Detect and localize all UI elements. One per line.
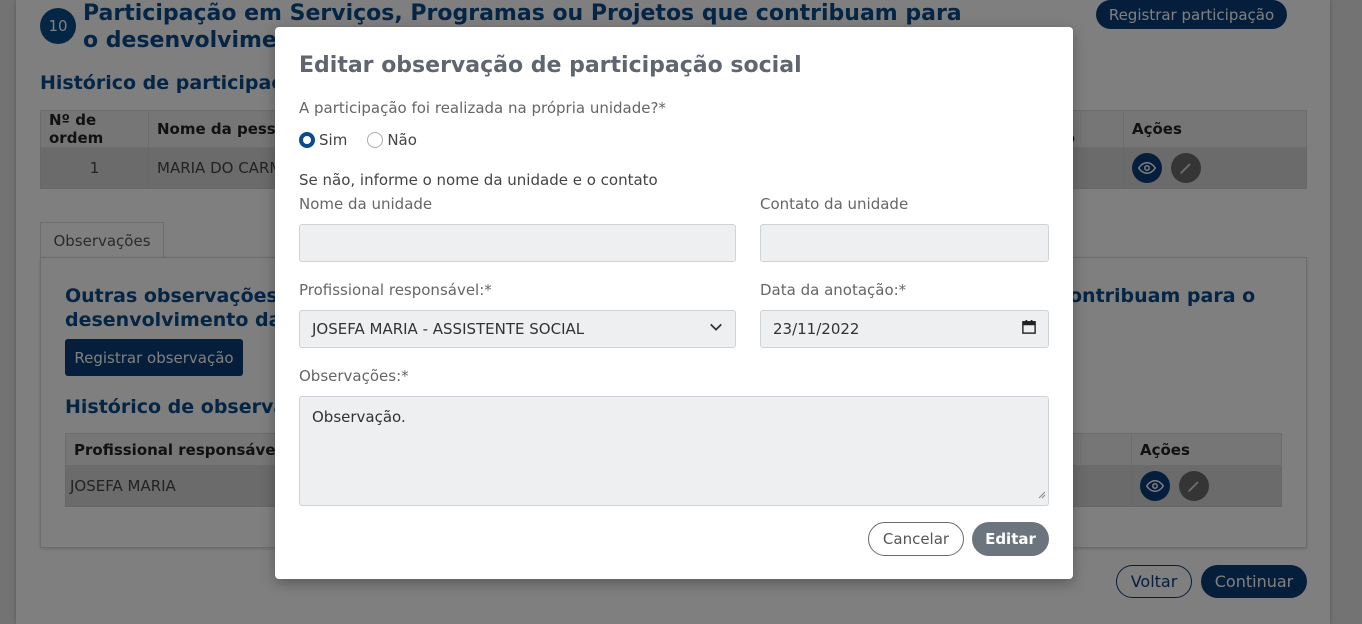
edit-observation-modal: Editar observação de participação social…: [275, 27, 1073, 579]
unit-contact-input[interactable]: [760, 224, 1049, 262]
same-unit-radio-group: Sim Não: [299, 131, 437, 149]
edit-button[interactable]: Editar: [972, 522, 1049, 556]
radio-label: Não: [387, 131, 417, 149]
radio-unchecked-icon[interactable]: [367, 132, 384, 148]
calendar-icon[interactable]: [1022, 320, 1036, 338]
radio-label: Sim: [319, 131, 348, 149]
unit-name-label: Nome da unidade: [299, 195, 433, 213]
date-label: Data da anotação:*: [760, 281, 907, 299]
professional-label: Profissional responsável:*: [299, 281, 492, 299]
unit-hint-text: Se não, informe o nome da unidade e o co…: [299, 171, 658, 189]
modal-title: Editar observação de participação social: [299, 53, 802, 78]
resize-grip-icon[interactable]: [1036, 485, 1046, 503]
date-input-value: 23/11/2022: [773, 320, 860, 338]
observations-label: Observações:*: [299, 367, 409, 385]
date-input[interactable]: 23/11/2022: [760, 310, 1049, 348]
cancel-button[interactable]: Cancelar: [868, 522, 964, 556]
unit-name-input[interactable]: [299, 224, 736, 262]
same-unit-question-label: A participação foi realizada na própria …: [299, 99, 666, 117]
professional-select[interactable]: JOSEFA MARIA - ASSISTENTE SOCIAL: [299, 310, 736, 348]
radio-option-sim[interactable]: Sim: [299, 131, 347, 149]
observations-text: Observação.: [312, 408, 406, 426]
observations-textarea[interactable]: Observação.: [299, 396, 1049, 506]
unit-contact-label: Contato da unidade: [760, 195, 909, 213]
professional-select-value: JOSEFA MARIA - ASSISTENTE SOCIAL: [312, 320, 585, 338]
chevron-down-icon: [709, 320, 723, 338]
radio-checked-icon[interactable]: [299, 132, 315, 148]
radio-option-nao[interactable]: Não: [367, 131, 417, 149]
